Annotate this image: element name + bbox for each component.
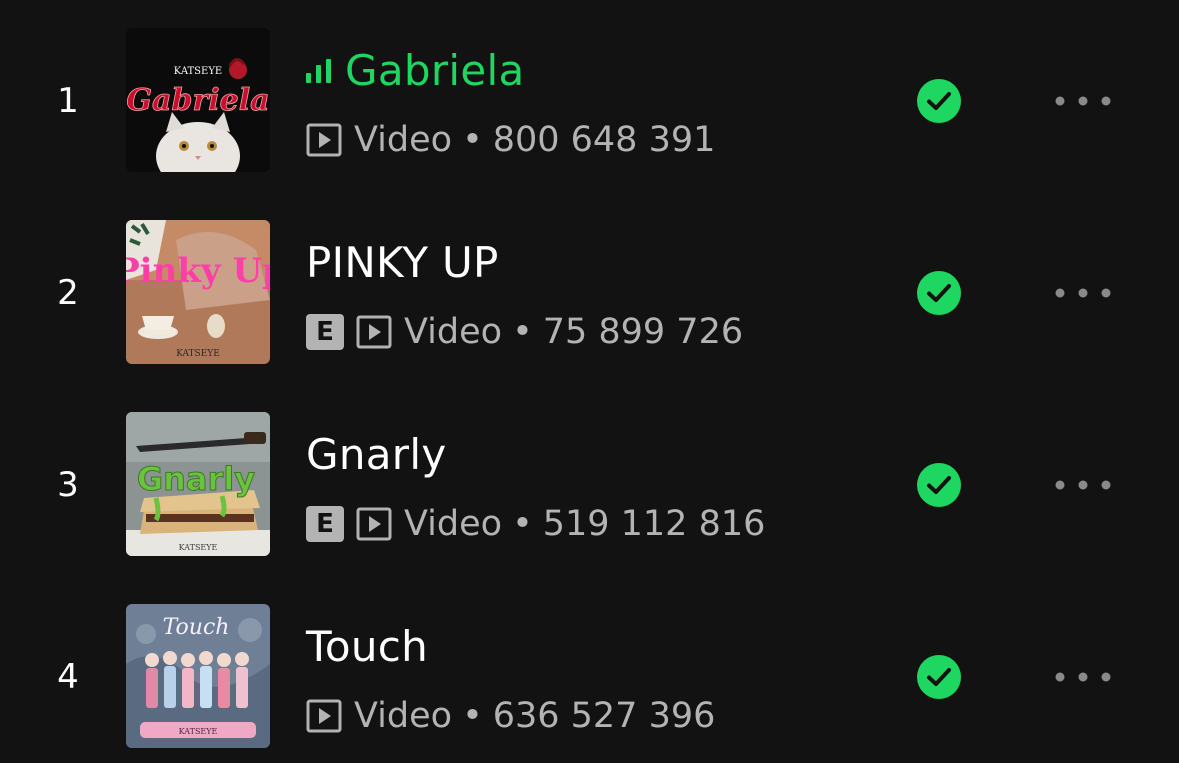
media-type-label: Video	[354, 695, 453, 736]
video-play-icon	[306, 123, 342, 157]
track-title[interactable]: Gnarly	[306, 434, 447, 476]
cover-artist-logo: KATSEYE	[179, 543, 218, 552]
svg-text:Pinky Up: Pinky Up	[126, 251, 270, 291]
more-options-icon[interactable]	[1050, 670, 1116, 684]
track-title[interactable]: PINKY UP	[306, 242, 499, 284]
track-title[interactable]: Touch	[306, 626, 428, 668]
cover-artist-logo: KATSEYE	[176, 349, 220, 359]
meta-separator: •	[462, 119, 483, 160]
more-options-icon[interactable]	[1050, 286, 1116, 300]
equalizer-icon	[306, 59, 331, 83]
play-count: 519 112 816	[542, 503, 766, 544]
album-cover: Touch KATSEYE	[126, 604, 270, 748]
media-type-label: Video	[404, 503, 503, 544]
track-rank: 2	[57, 273, 79, 313]
meta-separator: •	[512, 311, 533, 352]
media-type-label: Video	[404, 311, 503, 352]
track-title-line: Touch	[306, 620, 428, 674]
album-cover: KATSEYE Gabriela	[126, 28, 270, 172]
track-row[interactable]: 2 Pinky Up KATSEYE PINKY UP E Video • 75…	[0, 220, 1179, 366]
track-row[interactable]: 1 KATSEYE Gabriela Gabriela Video • 800 …	[0, 28, 1179, 174]
svg-text:Gabriela: Gabriela	[126, 83, 269, 118]
cover-artist-logo: KATSEYE	[179, 727, 218, 736]
track-meta: E Video • 519 112 816	[306, 504, 765, 544]
track-row[interactable]: 3 Gnarly KATSEYE Gnarly E Video • 519 11…	[0, 412, 1179, 558]
track-rank: 3	[57, 465, 79, 505]
track-meta: Video • 800 648 391	[306, 120, 715, 160]
track-meta: E Video • 75 899 726	[306, 312, 743, 352]
album-cover: Gnarly KATSEYE	[126, 412, 270, 556]
track-title-line: Gabriela	[306, 44, 525, 98]
more-options-icon[interactable]	[1050, 478, 1116, 492]
video-play-icon	[356, 315, 392, 349]
check-circle-icon[interactable]	[916, 78, 962, 124]
more-options-icon[interactable]	[1050, 94, 1116, 108]
play-count: 636 527 396	[492, 695, 716, 736]
video-play-icon	[306, 699, 342, 733]
track-row[interactable]: 4 Touch KATSEYE Touch Video • 636 527 39…	[0, 604, 1179, 750]
check-circle-icon[interactable]	[916, 462, 962, 508]
track-title-line: Gnarly	[306, 428, 447, 482]
media-type-label: Video	[354, 119, 453, 160]
meta-separator: •	[512, 503, 533, 544]
cover-artist-logo: KATSEYE	[174, 66, 222, 77]
album-cover: Pinky Up KATSEYE	[126, 220, 270, 364]
svg-text:Touch: Touch	[163, 615, 230, 640]
play-count: 800 648 391	[492, 119, 716, 160]
play-count: 75 899 726	[542, 311, 744, 352]
meta-separator: •	[462, 695, 483, 736]
svg-text:Gnarly: Gnarly	[137, 460, 255, 498]
video-play-icon	[356, 507, 392, 541]
track-rank: 4	[57, 657, 79, 697]
explicit-badge: E	[306, 314, 344, 350]
check-circle-icon[interactable]	[916, 270, 962, 316]
check-circle-icon[interactable]	[916, 654, 962, 700]
track-title-line: PINKY UP	[306, 236, 499, 290]
track-rank: 1	[57, 81, 79, 121]
track-title[interactable]: Gabriela	[345, 50, 525, 92]
explicit-badge: E	[306, 506, 344, 542]
track-meta: Video • 636 527 396	[306, 696, 715, 736]
